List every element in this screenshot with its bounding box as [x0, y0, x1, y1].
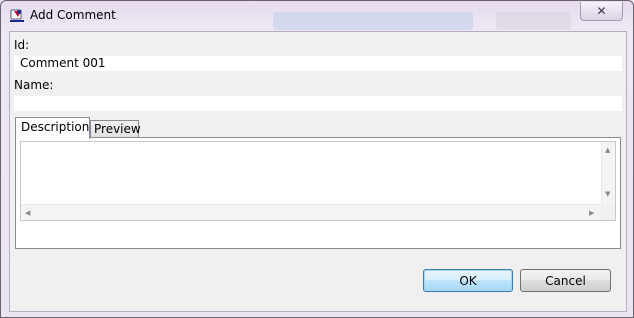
vertical-scrollbar[interactable]: ▲ ▼ — [601, 142, 615, 204]
add-comment-dialog: Add Comment ✕ Id: Comment 001 Name: Desc… — [0, 0, 634, 318]
window-title: Add Comment — [30, 8, 116, 22]
tab-preview-label: Preview — [94, 122, 141, 136]
background-window-hint — [273, 12, 473, 30]
scroll-up-icon[interactable]: ▲ — [605, 146, 610, 154]
app-logo-icon — [9, 8, 25, 24]
cancel-button-label: Cancel — [545, 273, 586, 288]
id-field[interactable]: Comment 001 — [14, 56, 622, 71]
title-bar[interactable]: Add Comment ✕ — [1, 1, 634, 31]
description-tab-panel: ▲ ▼ ◀ ▶ — [15, 137, 621, 249]
tab-description-label: Description — [21, 120, 90, 134]
close-icon: ✕ — [596, 4, 607, 18]
dialog-client-area: Id: Comment 001 Name: Description Previe… — [9, 31, 627, 312]
horizontal-scrollbar[interactable]: ◀ ▶ — [21, 204, 601, 220]
scrollbar-corner — [601, 204, 615, 220]
cancel-button[interactable]: Cancel — [520, 269, 611, 292]
ok-button[interactable]: OK — [423, 269, 513, 292]
tab-description[interactable]: Description — [15, 117, 90, 139]
id-label: Id: — [14, 38, 30, 52]
close-button[interactable]: ✕ — [580, 2, 623, 21]
scroll-down-icon[interactable]: ▼ — [605, 190, 610, 198]
name-label: Name: — [14, 78, 54, 92]
background-window-hint — [496, 12, 571, 30]
tab-preview[interactable]: Preview — [90, 120, 141, 138]
ok-button-label: OK — [459, 273, 477, 288]
name-field[interactable] — [14, 96, 622, 111]
description-textarea[interactable]: ▲ ▼ ◀ ▶ — [20, 141, 616, 221]
scroll-right-icon[interactable]: ▶ — [589, 209, 594, 217]
scroll-left-icon[interactable]: ◀ — [25, 209, 30, 217]
